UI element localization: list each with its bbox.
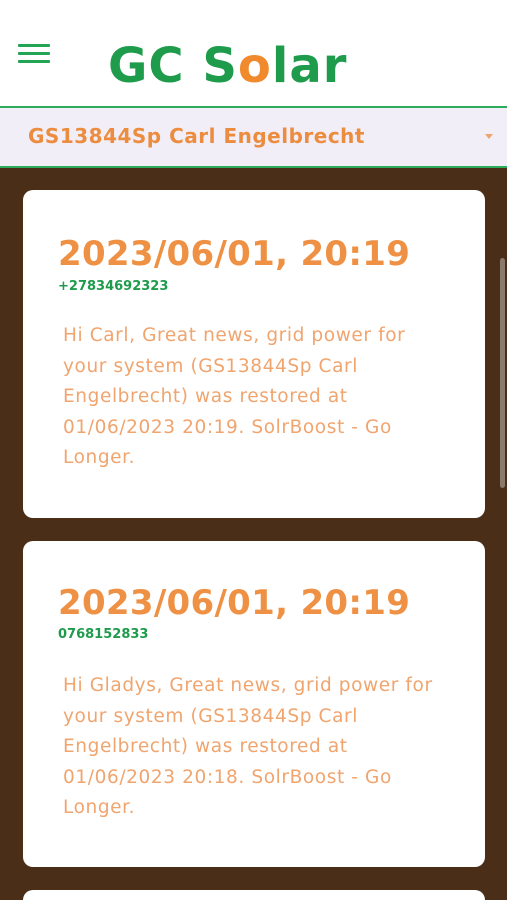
- message-phone: 0768152833: [58, 627, 149, 642]
- message-card[interactable]: 2023/06/01, 20:19 +27834692323 Hi Carl, …: [23, 190, 485, 518]
- message-date: 2023/06/01, 20:19: [58, 583, 411, 623]
- hamburger-line: [18, 44, 50, 47]
- message-text: Hi Carl, Great news, grid power for your…: [63, 325, 406, 468]
- logo-text-part2: lar: [271, 38, 348, 94]
- message-text: Hi Gladys, Great news, grid power for yo…: [63, 675, 433, 818]
- hamburger-line: [18, 60, 50, 63]
- app-logo: GC Solar: [108, 38, 347, 94]
- hamburger-line: [18, 52, 50, 55]
- caret-down-icon: [485, 134, 493, 139]
- message-date: 2023/06/01, 20:19: [58, 234, 411, 274]
- app-header: GC Solar: [0, 0, 507, 106]
- logo-text-part1: GC S: [108, 38, 238, 94]
- hamburger-menu-icon[interactable]: [18, 44, 50, 64]
- system-select[interactable]: GS13844Sp Carl Engelbrecht: [0, 108, 507, 166]
- message-card[interactable]: [23, 890, 485, 900]
- message-card[interactable]: 2023/06/01, 20:19 0768152833 Hi Gladys, …: [23, 541, 485, 867]
- message-phone: +27834692323: [58, 279, 169, 294]
- scrollbar-thumb[interactable]: [500, 258, 505, 488]
- logo-text-o: o: [237, 38, 272, 94]
- message-list[interactable]: 2023/06/01, 20:19 +27834692323 Hi Carl, …: [0, 168, 507, 900]
- system-select-value: GS13844Sp Carl Engelbrecht: [28, 124, 365, 148]
